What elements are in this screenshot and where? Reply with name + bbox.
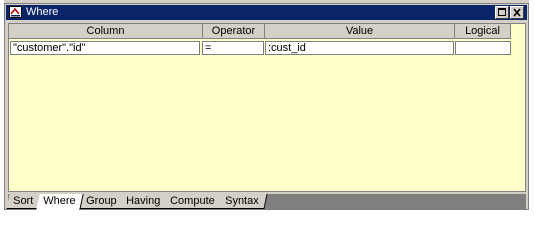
tab-label: Sort xyxy=(13,195,34,207)
tab-strip: Sort Where Group Having Compute Syntax xyxy=(6,194,526,210)
row-1-value-cell[interactable]: :cust_id xyxy=(265,41,454,55)
where-window: Where Column Operator Value Logical "cus… xyxy=(4,3,529,210)
tab-label: Where xyxy=(43,195,76,207)
tab-compute[interactable]: Compute xyxy=(163,194,224,209)
tab-having[interactable]: Having xyxy=(119,194,170,209)
close-button[interactable] xyxy=(510,6,524,19)
close-icon xyxy=(513,8,521,17)
tab-label: Compute xyxy=(170,195,216,207)
column-header-logical[interactable]: Logical xyxy=(455,24,511,39)
title-bar[interactable]: Where xyxy=(6,5,527,20)
column-header-value[interactable]: Value xyxy=(265,24,455,39)
where-clause-icon xyxy=(9,6,22,18)
row-1-column-cell[interactable]: "customer"."id" xyxy=(10,41,200,55)
where-grid: Column Operator Value Logical "customer"… xyxy=(8,23,526,192)
column-header-operator[interactable]: Operator xyxy=(203,24,265,39)
tab-syntax[interactable]: Syntax xyxy=(218,194,268,209)
row-1-operator-cell[interactable]: = xyxy=(202,41,264,55)
maximize-icon xyxy=(498,8,506,16)
window-title: Where xyxy=(26,6,59,18)
column-header-column[interactable]: Column xyxy=(9,24,203,39)
row-1-logical-cell[interactable] xyxy=(455,41,511,55)
tab-label: Syntax xyxy=(225,195,259,207)
tab-where[interactable]: Where xyxy=(36,194,85,210)
tab-label: Having xyxy=(126,195,161,207)
maximize-button[interactable] xyxy=(495,6,509,19)
tab-group[interactable]: Group xyxy=(78,194,125,209)
tab-label: Group xyxy=(85,195,117,207)
